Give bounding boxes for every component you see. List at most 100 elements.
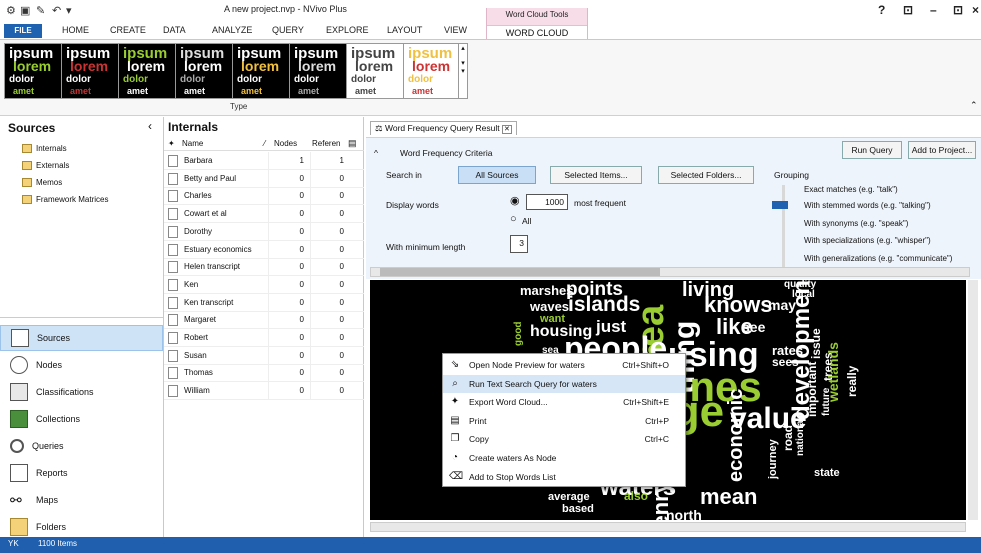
tree-item-memos[interactable]: Memos xyxy=(22,175,62,189)
cloud-word[interactable]: average xyxy=(548,492,590,503)
nav-nodes[interactable]: Nodes xyxy=(0,352,163,378)
table-row[interactable]: Dorothy 0 0 xyxy=(164,222,364,241)
table-row[interactable]: Ken 0 0 xyxy=(164,275,364,294)
table-row[interactable]: Margaret 0 0 xyxy=(164,311,364,330)
column-references[interactable]: Referen xyxy=(312,139,340,148)
cloud-word[interactable]: islands xyxy=(568,294,640,315)
help-icon[interactable]: ? xyxy=(878,3,885,17)
grouping-slider-track[interactable] xyxy=(782,185,785,267)
nav-sources[interactable]: Sources xyxy=(0,325,163,351)
tab-analyze[interactable]: ANALYZE xyxy=(212,25,252,35)
nav-classifications[interactable]: Classifications xyxy=(0,379,163,405)
all-sources-button[interactable]: All Sources xyxy=(458,166,536,184)
menu-item[interactable]: ✦ Export Word Cloud... Ctrl+Shift+E xyxy=(443,393,685,411)
tab-create[interactable]: CREATE xyxy=(110,25,146,35)
cloud-word[interactable]: road xyxy=(781,425,795,451)
criteria-scroll-thumb[interactable] xyxy=(380,268,660,276)
cloud-word[interactable]: future xyxy=(821,388,832,416)
cloud-word[interactable]: mean xyxy=(700,486,757,508)
word-cloud-type-thumbnail[interactable]: ipsum lorem dolor amet xyxy=(403,43,461,99)
gear-icon[interactable]: ⚙ xyxy=(6,4,16,17)
tab-word-frequency-result[interactable]: ⚖ Word Frequency Query Result ✕ xyxy=(370,121,517,135)
word-cloud-type-thumbnail[interactable]: ipsum lorem dolor amet xyxy=(4,43,62,99)
nav-maps[interactable]: ⚯ Maps xyxy=(0,487,163,513)
table-row[interactable]: William 0 0 xyxy=(164,382,364,401)
grouping-slider-thumb[interactable] xyxy=(772,201,788,209)
gallery-scroll[interactable]: ▴ ▾ ▾ xyxy=(458,43,468,99)
most-frequent-radio[interactable]: ◉ xyxy=(510,194,520,207)
cloud-word[interactable]: waves xyxy=(530,300,569,313)
nav-queries[interactable]: Queries xyxy=(0,433,163,459)
all-words-radio[interactable]: ○ xyxy=(510,213,517,225)
nav-collections[interactable]: Collections xyxy=(0,406,163,432)
close-tab-icon[interactable]: ✕ xyxy=(502,125,512,134)
cloud-word[interactable]: national xyxy=(795,418,806,456)
word-cloud-type-thumbnail[interactable]: ipsum lorem dolor amet xyxy=(346,43,404,99)
tree-item-externals[interactable]: Externals xyxy=(22,158,69,172)
nav-reports[interactable]: Reports xyxy=(0,460,163,486)
tab-explore[interactable]: EXPLORE xyxy=(326,25,369,35)
collapse-ribbon-icon[interactable]: ⌃ xyxy=(970,100,978,111)
menu-item[interactable]: ❐ Copy Ctrl+C xyxy=(443,430,685,448)
edit-icon[interactable]: ✎ xyxy=(36,4,45,17)
cloud-word[interactable]: journey xyxy=(767,439,779,479)
column-nodes[interactable]: Nodes xyxy=(274,139,297,148)
menu-item[interactable]: ▤ Print Ctrl+P xyxy=(443,412,685,430)
menu-item[interactable]: ⇘ Open Node Preview for waters Ctrl+Shift+… xyxy=(443,356,685,374)
table-row[interactable]: Estuary economics 0 0 xyxy=(164,240,364,259)
tree-item-framework-matrices[interactable]: Framework Matrices xyxy=(22,192,108,206)
tab-view[interactable]: VIEW xyxy=(444,25,467,35)
save-icon[interactable]: ▣ xyxy=(20,4,30,17)
selected-items-button[interactable]: Selected Items... xyxy=(550,166,642,184)
undo-icon[interactable]: ↶ xyxy=(52,4,61,17)
cloud-word[interactable]: really xyxy=(845,366,859,397)
cloud-word[interactable]: good xyxy=(513,322,524,346)
selected-folders-button[interactable]: Selected Folders... xyxy=(658,166,754,184)
table-row[interactable]: Susan 0 0 xyxy=(164,346,364,365)
maximize-icon[interactable]: ⊡ xyxy=(953,3,963,17)
close-icon[interactable]: × xyxy=(972,3,979,17)
cloud-word[interactable]: state xyxy=(814,468,840,479)
cloud-word[interactable]: based xyxy=(562,504,594,515)
min-length-input[interactable]: 3 xyxy=(510,235,528,253)
most-frequent-input[interactable]: 1000 xyxy=(526,194,568,210)
tab-data[interactable]: DATA xyxy=(163,25,186,35)
cloud-word[interactable]: also xyxy=(624,490,648,502)
cloud-word[interactable]: north xyxy=(666,508,702,520)
table-row[interactable]: Cowart et al 0 0 xyxy=(164,205,364,224)
add-to-project-button[interactable]: Add to Project... xyxy=(908,141,976,159)
word-cloud-type-thumbnail[interactable]: ipsum lorem dolor amet xyxy=(175,43,233,99)
cloud-horizontal-scrollbar[interactable] xyxy=(370,522,966,532)
cloud-word[interactable]: see xyxy=(742,320,765,334)
table-row[interactable]: Thomas 0 0 xyxy=(164,364,364,383)
cloud-word[interactable]: important xyxy=(805,362,819,417)
dropdown-icon[interactable]: ▾ xyxy=(66,4,72,17)
table-row[interactable]: Ken transcript 0 0 xyxy=(164,293,364,312)
cloud-word[interactable]: knows xyxy=(704,294,772,316)
tree-item-internals[interactable]: Internals xyxy=(22,141,67,155)
word-cloud-type-thumbnail[interactable]: ipsum lorem dolor amet xyxy=(61,43,119,99)
minimize-icon[interactable]: – xyxy=(930,3,937,17)
word-cloud-type-thumbnail[interactable]: ipsum lorem dolor amet xyxy=(289,43,347,99)
collapse-pane-icon[interactable]: ‹ xyxy=(148,119,152,133)
menu-item[interactable]: ◔ Create waters As Node xyxy=(443,449,685,467)
table-row[interactable]: Helen transcript 0 0 xyxy=(164,258,364,277)
tab-home[interactable]: HOME xyxy=(62,25,89,35)
pane-splitter[interactable] xyxy=(0,317,163,318)
cloud-word[interactable]: economic xyxy=(725,389,747,482)
menu-item[interactable]: ⌫ Add to Stop Words List xyxy=(443,468,685,486)
table-row[interactable]: Barbara 1 1 xyxy=(164,152,364,170)
tab-file[interactable]: FILE xyxy=(4,24,42,38)
cloud-vertical-scrollbar[interactable] xyxy=(968,280,978,520)
table-row[interactable]: Charles 0 0 xyxy=(164,187,364,206)
column-options-icon[interactable]: ▤ xyxy=(348,138,357,149)
tab-query[interactable]: QUERY xyxy=(272,25,304,35)
table-row[interactable]: Robert 0 0 xyxy=(164,329,364,347)
collapse-criteria-icon[interactable]: ^ xyxy=(374,148,378,158)
restore-ribbon-icon[interactable]: ⊡ xyxy=(903,3,913,17)
word-cloud-type-thumbnail[interactable]: ipsum lorem dolor amet xyxy=(118,43,176,99)
column-name[interactable]: Name xyxy=(182,139,203,148)
tab-layout[interactable]: LAYOUT xyxy=(387,25,422,35)
table-row[interactable]: Betty and Paul 0 0 xyxy=(164,169,364,188)
word-cloud-type-thumbnail[interactable]: ipsum lorem dolor amet xyxy=(232,43,290,99)
